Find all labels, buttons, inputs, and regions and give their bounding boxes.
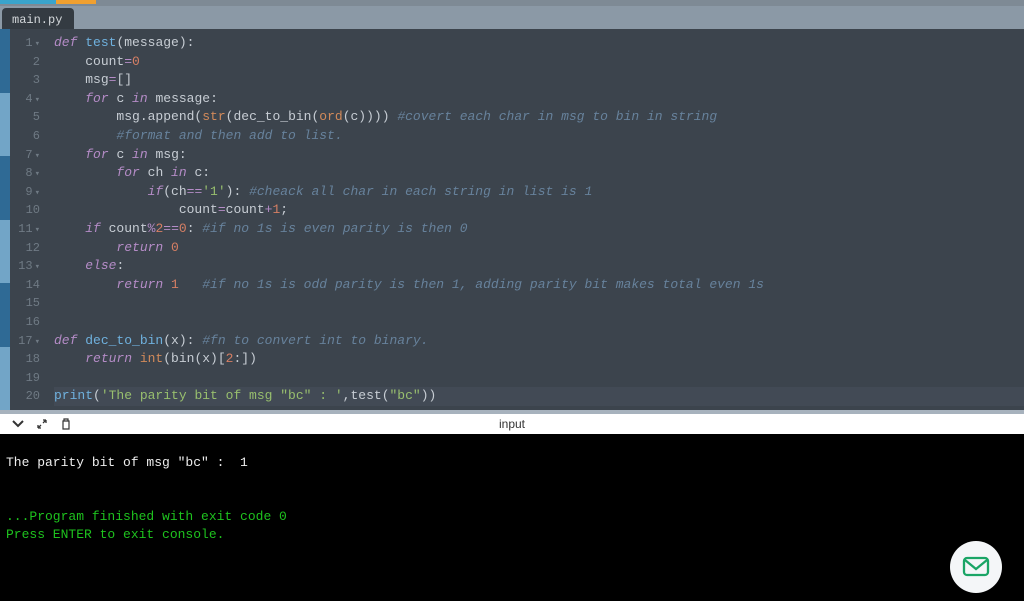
code-line: count=0 xyxy=(54,53,1024,72)
line-number: 16 xyxy=(10,313,40,332)
code-line: return 1 #if no 1s is odd parity is then… xyxy=(54,276,1024,295)
tab-label: main.py xyxy=(12,13,62,27)
line-number: 15 xyxy=(10,294,40,313)
code-editor[interactable]: 1 2 3 4 5 6 7 8 910111213141516171819202… xyxy=(0,29,1024,410)
code-line: for c in message: xyxy=(54,90,1024,109)
chevron-down-icon[interactable] xyxy=(12,418,24,430)
line-number: 18 xyxy=(10,350,40,369)
terminal-output[interactable]: The parity bit of msg "bc" : 1 ...Progra… xyxy=(0,434,1024,601)
code-line xyxy=(54,406,1024,410)
line-number: 11 xyxy=(10,220,40,239)
code-line: return int(bin(x)[2:]) xyxy=(54,350,1024,369)
line-number: 7 xyxy=(10,146,40,165)
line-number: 20 xyxy=(10,387,40,406)
expand-icon[interactable] xyxy=(36,418,48,430)
line-number: 2 xyxy=(10,53,40,72)
code-area[interactable]: def test(message): count=0 msg=[] for c … xyxy=(44,29,1024,410)
line-number-gutter: 1 2 3 4 5 6 7 8 910111213141516171819202… xyxy=(10,29,44,410)
editor-left-ribbon xyxy=(0,29,10,410)
code-line xyxy=(54,294,1024,313)
code-line: print('The parity bit of msg "bc" : ',te… xyxy=(54,387,1024,406)
line-number: 19 xyxy=(10,369,40,388)
code-line: msg.append(str(dec_to_bin(ord(c)))) #cov… xyxy=(54,108,1024,127)
line-number: 1 xyxy=(10,34,40,53)
terminal-title: input xyxy=(499,417,525,431)
code-line: for c in msg: xyxy=(54,146,1024,165)
code-line: if(ch=='1'): #cheack all char in each st… xyxy=(54,183,1024,202)
support-chat-button[interactable] xyxy=(950,541,1002,593)
code-line: def test(message): xyxy=(54,34,1024,53)
line-number: 8 xyxy=(10,164,40,183)
terminal-settings-icon[interactable] xyxy=(60,418,72,430)
line-number: 17 xyxy=(10,332,40,351)
tab-bar: main.py xyxy=(0,6,1024,29)
line-number: 6 xyxy=(10,127,40,146)
line-number: 12 xyxy=(10,239,40,258)
code-line: return 0 xyxy=(54,239,1024,258)
code-line: #format and then add to list. xyxy=(54,127,1024,146)
tab-main-py[interactable]: main.py xyxy=(2,8,74,29)
code-line: for ch in c: xyxy=(54,164,1024,183)
code-line xyxy=(54,313,1024,332)
code-line: count=count+1; xyxy=(54,201,1024,220)
code-line xyxy=(54,369,1024,388)
mail-icon xyxy=(962,555,990,579)
line-number: 5 xyxy=(10,108,40,127)
terminal-header: input xyxy=(0,414,1024,434)
code-line: def dec_to_bin(x): #fn to convert int to… xyxy=(54,332,1024,351)
code-line: if count%2==0: #if no 1s is even parity … xyxy=(54,220,1024,239)
line-number: 13 xyxy=(10,257,40,276)
line-number: 21 xyxy=(10,406,40,410)
terminal-line: The parity bit of msg "bc" : 1 xyxy=(6,455,248,470)
line-number: 9 xyxy=(10,183,40,202)
code-line: else: xyxy=(54,257,1024,276)
line-number: 10 xyxy=(10,201,40,220)
code-line: msg=[] xyxy=(54,71,1024,90)
line-number: 14 xyxy=(10,276,40,295)
terminal-line: ...Program finished with exit code 0 xyxy=(6,509,287,524)
line-number: 3 xyxy=(10,71,40,90)
terminal-line: Press ENTER to exit console. xyxy=(6,527,224,542)
line-number: 4 xyxy=(10,90,40,109)
